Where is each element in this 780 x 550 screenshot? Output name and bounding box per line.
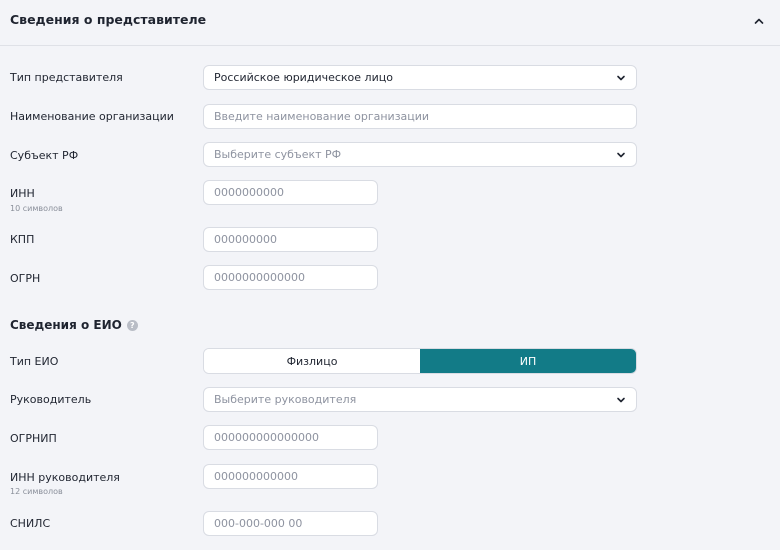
kpp-placeholder: 000000000: [214, 233, 277, 246]
ogrnip-placeholder: 000000000000000: [214, 431, 319, 444]
chevron-down-icon: [617, 397, 625, 403]
head-inn-input[interactable]: 000000000000: [203, 464, 378, 489]
eio-section-title: Сведения о ЕИО ?: [10, 318, 138, 332]
eio-type-toggle[interactable]: Физлицо ИП: [203, 348, 637, 374]
head-inn-label: ИНН руководителя: [10, 471, 120, 484]
head-placeholder: Выберите руководителя: [214, 393, 357, 406]
org-name-label: Наименование организации: [10, 110, 174, 123]
section-title: Сведения о представителе: [10, 12, 207, 27]
inn-hint: 10 символов: [10, 204, 63, 213]
eio-title-text: Сведения о ЕИО: [10, 318, 122, 332]
region-label: Субъект РФ: [10, 149, 79, 162]
eio-type-option-ip[interactable]: ИП: [420, 349, 636, 373]
eio-type-option-individual[interactable]: Физлицо: [204, 349, 420, 373]
chevron-down-icon: [617, 152, 625, 158]
snils-input[interactable]: 000-000-000 00: [203, 511, 378, 536]
org-name-input[interactable]: Введите наименование организации: [203, 104, 637, 129]
eio-type-label: Тип ЕИО: [10, 355, 59, 368]
head-inn-placeholder: 000000000000: [214, 470, 298, 483]
chevron-up-icon[interactable]: [752, 14, 766, 28]
inn-input[interactable]: 0000000000: [203, 180, 378, 205]
ogrnip-label: ОГРНИП: [10, 432, 57, 445]
region-placeholder: Выберите субъект РФ: [214, 148, 342, 161]
inn-placeholder: 0000000000: [214, 186, 284, 199]
head-select[interactable]: Выберите руководителя: [203, 387, 637, 412]
head-inn-hint: 12 символов: [10, 487, 63, 496]
kpp-input[interactable]: 000000000: [203, 227, 378, 252]
ogrn-label: ОГРН: [10, 272, 41, 285]
representative-type-value: Российское юридическое лицо: [214, 71, 393, 84]
region-select[interactable]: Выберите субъект РФ: [203, 142, 637, 167]
section-header[interactable]: Сведения о представителе: [0, 0, 780, 46]
ogrnip-input[interactable]: 000000000000000: [203, 425, 378, 450]
snils-label: СНИЛС: [10, 517, 51, 530]
representative-type-label: Тип представителя: [10, 71, 123, 84]
snils-placeholder: 000-000-000 00: [214, 517, 303, 530]
kpp-label: КПП: [10, 233, 35, 246]
inn-label: ИНН: [10, 187, 35, 200]
question-circle-icon[interactable]: ?: [126, 319, 138, 331]
chevron-down-icon: [617, 75, 625, 81]
ogrn-placeholder: 0000000000000: [214, 271, 305, 284]
head-label: Руководитель: [10, 393, 92, 406]
org-name-placeholder: Введите наименование организации: [214, 110, 430, 123]
ogrn-input[interactable]: 0000000000000: [203, 265, 378, 290]
representative-type-select[interactable]: Российское юридическое лицо: [203, 65, 637, 90]
